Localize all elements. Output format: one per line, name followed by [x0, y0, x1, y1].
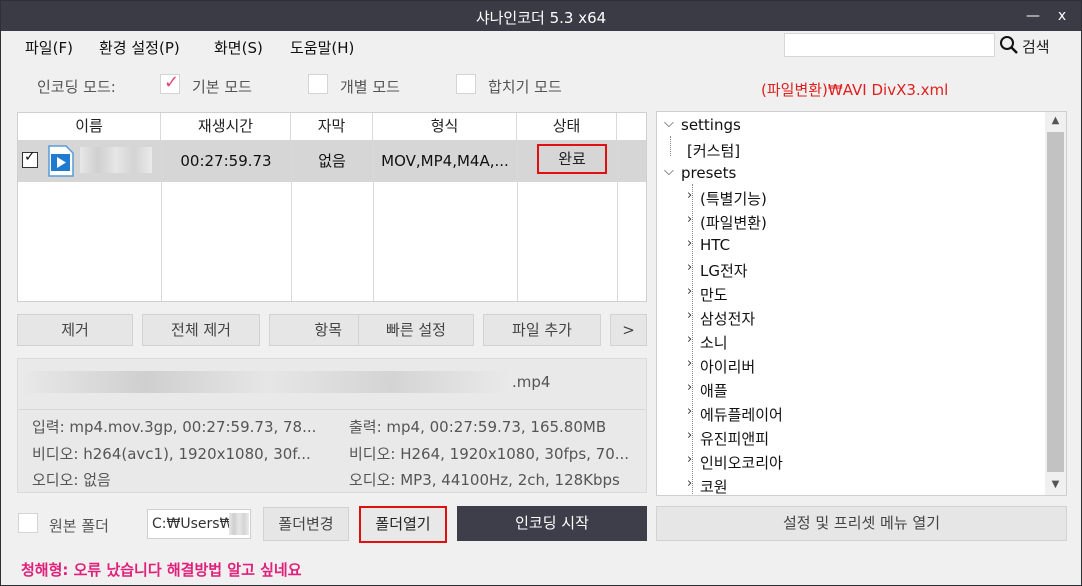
row-format: MOV,MP4,M4A,... [381, 152, 509, 170]
menu-view[interactable]: 화면(S) [214, 37, 263, 58]
window-title: 샤나인코더 5.3 x64 [475, 9, 607, 27]
tree-item-samsung[interactable]: 삼성전자 [700, 308, 755, 329]
column-divider [617, 140, 618, 301]
tree-item-eugene[interactable]: 유진피앤피 [700, 428, 769, 449]
encoding-mode-label: 인코딩 모드: [37, 78, 116, 96]
column-header-format[interactable]: 형식 [373, 113, 517, 140]
user-message: 청해형: 오류 났습니다 해결방법 알고 싶네요 [21, 561, 302, 579]
chevron-right-icon[interactable]: › [687, 452, 692, 467]
column-header-duration[interactable]: 재생시간 [161, 113, 291, 140]
tree-item-iriver[interactable]: 아이리버 [700, 356, 755, 377]
remove-button[interactable]: 제거 [17, 314, 133, 346]
chevron-right-icon[interactable]: › [687, 428, 692, 443]
tree-item-invio[interactable]: 인비오코리아 [700, 452, 783, 473]
tree-item-settings[interactable]: settings [681, 116, 741, 134]
more-actions-button[interactable]: > [610, 314, 647, 346]
search-input[interactable] [784, 33, 995, 57]
basic-mode-checkbox[interactable] [160, 72, 180, 94]
tree-item-special[interactable]: (특별기능) [700, 188, 767, 209]
start-encoding-button[interactable]: 인코딩 시작 [457, 506, 647, 541]
tree-item-file-convert[interactable]: (파일변환) [700, 212, 767, 233]
column-header-status[interactable]: 상태 [517, 113, 617, 140]
individual-mode-checkbox[interactable] [308, 74, 328, 94]
search-icon[interactable] [999, 35, 1019, 55]
scroll-down-icon[interactable]: ▼ [1045, 476, 1066, 494]
blurred-path-segment [229, 513, 249, 535]
menu-help[interactable]: 도움말(H) [290, 37, 354, 58]
file-list[interactable]: 이름 재생시간 자막 형식 상태 00:27:59.73 없음 MOV,MP4,… [17, 112, 647, 302]
file-info-panel: .mp4 입력: mp4.mov.3gp, 00:27:59.73, 78...… [17, 358, 647, 493]
tree-item-eduplayer[interactable]: 에듀플레이어 [700, 404, 783, 425]
tree-item-custom[interactable]: [커스텀] [687, 140, 740, 161]
chevron-right-icon[interactable]: › [687, 308, 692, 323]
tree-item-htc[interactable]: HTC [700, 236, 730, 254]
info-output-video: 비디오: H264, 1920x1080, 30fps, 70... [349, 445, 630, 463]
blurred-file-path [24, 371, 512, 393]
tree-scrollbar[interactable]: ▲ ▼ [1045, 112, 1066, 495]
title-bar: 샤나인코더 5.3 x64 — x [1, 1, 1081, 31]
column-header-subtitle[interactable]: 자막 [291, 113, 373, 140]
chevron-right-icon[interactable]: › [687, 404, 692, 419]
chevron-right-icon[interactable]: › [687, 212, 692, 227]
change-folder-button[interactable]: 폴더변경 [263, 507, 349, 541]
close-button[interactable]: x [1050, 5, 1074, 27]
row-checkbox[interactable] [22, 149, 38, 168]
search-label[interactable]: 검색 [1022, 36, 1050, 57]
status-badge: 완료 [537, 144, 607, 174]
open-folder-button[interactable]: 폴더열기 [359, 506, 447, 543]
chevron-right-icon[interactable]: › [687, 188, 692, 203]
tree-item-cowon[interactable]: 코원 [700, 476, 728, 495]
chevron-down-icon[interactable]: ⌵ [664, 116, 674, 131]
info-output: 출력: mp4, 00:27:59.73, 165.80MB [349, 418, 607, 436]
individual-mode-label[interactable]: 개별 모드 [340, 76, 400, 96]
chevron-right-icon[interactable]: › [687, 332, 692, 347]
info-input: 입력: mp4.mov.3gp, 00:27:59.73, 78... [32, 418, 317, 436]
tree-item-mando[interactable]: 만도 [700, 284, 728, 305]
app-window: 샤나인코더 5.3 x64 — x 파일(F) 환경 설정(P) 화면(S) 도… [0, 0, 1082, 586]
chevron-right-icon[interactable]: › [687, 476, 692, 491]
row-duration: 00:27:59.73 [180, 152, 272, 170]
preset-tree[interactable]: ⌵ settings [커스텀] ⌵ presets › (특별기능) › (파… [656, 111, 1067, 496]
scrollbar-thumb[interactable] [1047, 132, 1064, 472]
info-output-audio: 오디오: MP3, 44100Hz, 2ch, 128Kbps [349, 471, 620, 489]
chevron-right-icon[interactable]: › [687, 284, 692, 299]
info-input-video: 비디오: h264(avc1), 1920x1080, 30f... [32, 445, 311, 463]
tree-item-lg[interactable]: LG전자 [700, 260, 748, 281]
blurred-file-name [80, 147, 152, 173]
column-header-name[interactable]: 이름 [18, 113, 161, 140]
settings-preset-menu-button[interactable]: 설정 및 프리셋 메뉴 열기 [656, 506, 1067, 541]
quick-settings-button[interactable]: 빠른 설정 [358, 314, 474, 346]
remove-all-button[interactable]: 전체 제거 [142, 314, 260, 346]
chevron-right-icon[interactable]: › [687, 356, 692, 371]
menu-preferences[interactable]: 환경 설정(P) [99, 37, 180, 58]
video-file-icon [48, 145, 74, 177]
original-folder-checkbox[interactable] [18, 513, 38, 533]
chevron-right-icon[interactable]: › [687, 260, 692, 275]
info-file-extension: .mp4 [512, 373, 551, 391]
column-divider [517, 140, 518, 301]
current-preset-path: (파일변환)₩AVI DivX3.xml [761, 81, 949, 99]
chevron-down-icon[interactable]: ⌵ [664, 164, 674, 179]
tree-item-apple[interactable]: 애플 [700, 380, 728, 401]
original-folder-label[interactable]: 원본 폴더 [49, 515, 109, 536]
add-file-button[interactable]: 파일 추가 [483, 314, 601, 346]
info-divider [18, 409, 646, 410]
menu-file[interactable]: 파일(F) [25, 37, 73, 58]
merge-mode-checkbox[interactable] [456, 74, 476, 94]
minimize-button[interactable]: — [1021, 5, 1045, 27]
tree-item-sony[interactable]: 소니 [700, 332, 728, 353]
tree-guide-line [670, 136, 671, 156]
tree-item-presets[interactable]: presets [681, 164, 736, 182]
row-subtitle: 없음 [318, 152, 346, 170]
info-input-audio: 오디오: 없음 [32, 471, 111, 489]
chevron-right-icon[interactable]: › [687, 380, 692, 395]
chevron-right-icon[interactable]: › [687, 236, 692, 251]
merge-mode-label[interactable]: 합치기 모드 [488, 76, 562, 96]
scroll-up-icon[interactable]: ▲ [1045, 112, 1066, 130]
basic-mode-label[interactable]: 기본 모드 [192, 76, 252, 96]
